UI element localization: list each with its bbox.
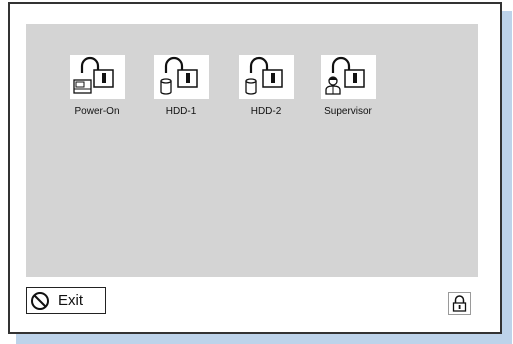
no-entry-icon — [31, 291, 49, 310]
hdd-1-password-item[interactable]: HDD-1 — [139, 55, 223, 117]
hdd-2-tile[interactable] — [238, 55, 294, 99]
supervisor-tile[interactable] — [320, 55, 376, 99]
hdd-lock-icon — [244, 56, 283, 95]
exit-label: Exit — [58, 292, 84, 309]
power-on-tile[interactable] — [69, 55, 125, 99]
hdd-2-password-item[interactable]: HDD-2 — [224, 55, 308, 117]
hdd-1-tile[interactable] — [153, 55, 209, 99]
lock-button[interactable] — [448, 292, 471, 315]
padlock-icon — [452, 295, 467, 312]
power-on-password-item[interactable]: Power-On — [55, 55, 139, 117]
hdd-1-label: HDD-1 — [165, 106, 197, 117]
hdd-2-label: HDD-2 — [250, 106, 282, 117]
supervisor-password-item[interactable]: Supervisor — [306, 55, 390, 117]
hdd-lock-icon — [159, 56, 198, 95]
power-on-label: Power-On — [74, 106, 120, 117]
power-on-lock-icon — [72, 56, 114, 94]
supervisor-label: Supervisor — [324, 106, 372, 117]
supervisor-lock-icon — [324, 56, 365, 95]
exit-button[interactable]: Exit — [26, 287, 106, 314]
password-panel: Power-On HDD-1 HDD-2 Supervisor — [26, 24, 478, 277]
